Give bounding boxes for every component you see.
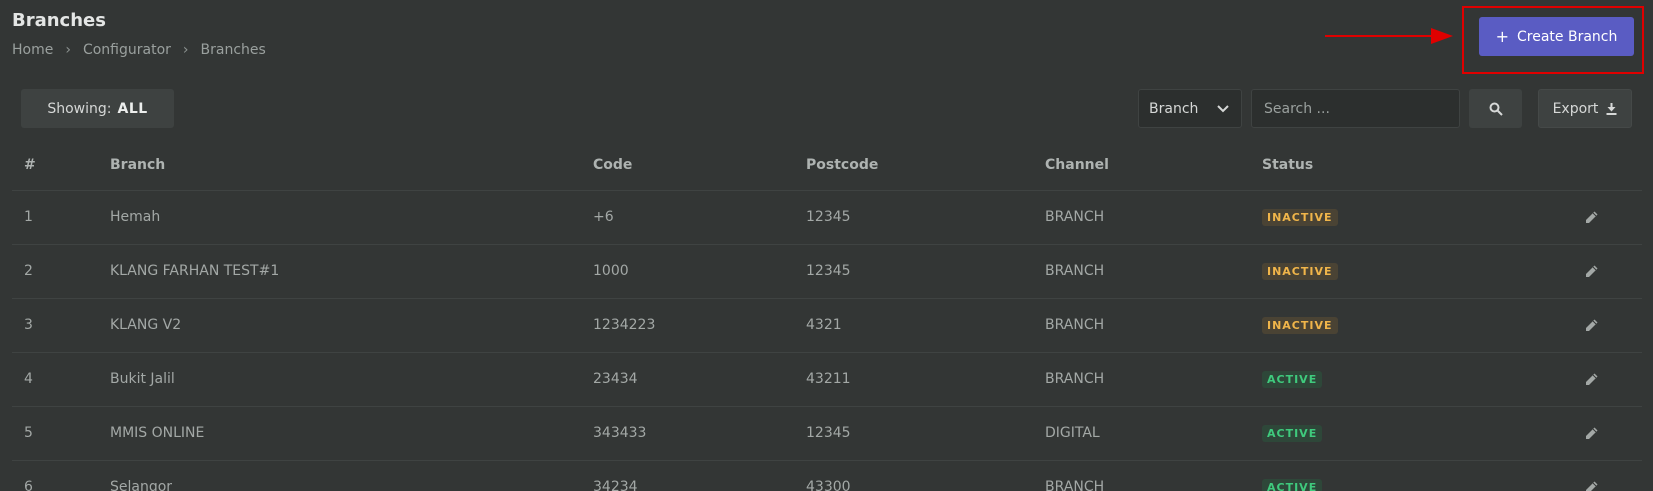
showing-label: Showing: — [47, 100, 112, 117]
search-field-select[interactable]: Branch — [1138, 89, 1242, 128]
table-body: 1 Hemah +6 12345 BRANCH INACTIVE 2 KLANG FARHAN… — [12, 190, 1642, 491]
search-icon — [1489, 102, 1503, 116]
table-row[interactable]: 2 KLANG FARHAN TEST#1 1000 12345 BRANCH INACT… — [12, 244, 1642, 299]
breadcrumb-configurator[interactable]: Configurator — [83, 42, 171, 58]
pencil-icon[interactable] — [1582, 261, 1602, 281]
chevron-down-icon — [1217, 104, 1229, 112]
cell-branch: Bukit Jalil — [110, 352, 593, 407]
cell-actions — [1582, 460, 1642, 491]
cell-branch: KLANG V2 — [110, 298, 593, 353]
table-row[interactable]: 3 KLANG V2 1234223 4321 BRANCH INACTIVE — [12, 298, 1642, 353]
cell-postcode: 12345 — [806, 190, 1045, 245]
column-header-number[interactable]: # — [12, 140, 110, 191]
cell-code: +6 — [593, 190, 806, 245]
cell-code: 1000 — [593, 244, 806, 299]
status-badge: ACTIVE — [1262, 478, 1323, 491]
breadcrumb-separator: › — [182, 42, 189, 58]
cell-postcode: 43300 — [806, 460, 1045, 491]
cell-code: 23434 — [593, 352, 806, 407]
export-label: Export — [1552, 100, 1599, 117]
column-header-actions — [1582, 140, 1642, 191]
breadcrumb: Home › Configurator › Branches — [12, 42, 266, 58]
pencil-icon[interactable] — [1582, 315, 1602, 335]
export-button[interactable]: Export — [1538, 89, 1632, 128]
plus-icon: + — [1495, 27, 1510, 46]
table-row[interactable]: 4 Bukit Jalil 23434 43211 BRANCH ACTIVE — [12, 352, 1642, 407]
showing-value: ALL — [117, 100, 148, 117]
cell-status: INACTIVE — [1262, 298, 1582, 353]
cell-actions — [1582, 352, 1642, 407]
cell-channel: BRANCH — [1045, 244, 1262, 299]
cell-postcode: 12345 — [806, 244, 1045, 299]
search-field-select-value: Branch — [1149, 100, 1199, 117]
cell-actions — [1582, 298, 1642, 353]
branches-table: # Branch Code Postcode Channel Status 1H… — [12, 140, 1642, 491]
breadcrumb-home[interactable]: Home — [12, 42, 53, 58]
pencil-icon[interactable] — [1582, 477, 1602, 491]
cell-branch: Hemah — [110, 190, 593, 245]
cell-number: 4 — [12, 352, 110, 407]
cell-code: 343433 — [593, 406, 806, 461]
table-row[interactable]: 5 MMIS ONLINE 343433 12345 DIGITAL ACTIVE — [12, 406, 1642, 461]
cell-channel: BRANCH — [1045, 352, 1262, 407]
status-badge: INACTIVE — [1262, 316, 1338, 334]
cell-channel: BRANCH — [1045, 190, 1262, 245]
cell-status: INACTIVE — [1262, 244, 1582, 299]
cell-code: 34234 — [593, 460, 806, 491]
cell-number: 1 — [12, 190, 110, 245]
cell-status: INACTIVE — [1262, 190, 1582, 245]
status-badge: INACTIVE — [1262, 262, 1338, 280]
cell-number: 2 — [12, 244, 110, 299]
cell-code: 1234223 — [593, 298, 806, 353]
breadcrumb-separator: › — [65, 42, 71, 58]
cell-number: 3 — [12, 298, 110, 353]
column-header-branch[interactable]: Branch — [110, 140, 593, 191]
toolbar: Showing: ALL Branch Export — [0, 89, 1653, 129]
create-branch-button[interactable]: + Create Branch — [1479, 17, 1634, 56]
cell-postcode: 4321 — [806, 298, 1045, 353]
cell-branch: KLANG FARHAN TEST#1 — [110, 244, 593, 299]
cell-branch: MMIS ONLINE — [110, 406, 593, 461]
cell-status: ACTIVE — [1262, 406, 1582, 461]
pencil-icon[interactable] — [1582, 423, 1602, 443]
pencil-icon[interactable] — [1582, 207, 1602, 227]
column-header-channel[interactable]: Channel — [1045, 140, 1262, 191]
create-branch-label: Create Branch — [1517, 28, 1618, 45]
status-badge: ACTIVE — [1262, 370, 1323, 388]
breadcrumb-current: Branches — [200, 42, 266, 58]
status-badge: ACTIVE — [1262, 424, 1323, 442]
cell-status: ACTIVE — [1262, 352, 1582, 407]
page-title: Branches — [12, 10, 106, 31]
cell-number: 5 — [12, 406, 110, 461]
cell-channel: DIGITAL — [1045, 406, 1262, 461]
showing-filter[interactable]: Showing: ALL — [21, 89, 174, 128]
cell-channel: BRANCH — [1045, 298, 1262, 353]
search-button[interactable] — [1469, 89, 1522, 128]
column-header-postcode[interactable]: Postcode — [806, 140, 1045, 191]
table-row[interactable]: 1 Hemah +6 12345 BRANCH INACTIVE — [12, 190, 1642, 245]
table-row[interactable]: 6 Selangor 34234 43300 BRANCH ACTIVE — [12, 460, 1642, 491]
table-header-row: # Branch Code Postcode Channel Status — [12, 140, 1642, 191]
cell-actions — [1582, 406, 1642, 461]
cell-postcode: 12345 — [806, 406, 1045, 461]
cell-postcode: 43211 — [806, 352, 1045, 407]
column-header-status[interactable]: Status — [1262, 140, 1582, 191]
cell-actions — [1582, 190, 1642, 245]
column-header-code[interactable]: Code — [593, 140, 806, 191]
status-badge: INACTIVE — [1262, 208, 1338, 226]
cell-status: ACTIVE — [1262, 460, 1582, 491]
cell-branch: Selangor — [110, 460, 593, 491]
annotation-arrow-icon — [1325, 28, 1453, 44]
download-icon — [1606, 102, 1617, 115]
cell-number: 6 — [12, 460, 110, 491]
cell-channel: BRANCH — [1045, 460, 1262, 491]
pencil-icon[interactable] — [1582, 369, 1602, 389]
search-input[interactable] — [1251, 89, 1460, 128]
cell-actions — [1582, 244, 1642, 299]
